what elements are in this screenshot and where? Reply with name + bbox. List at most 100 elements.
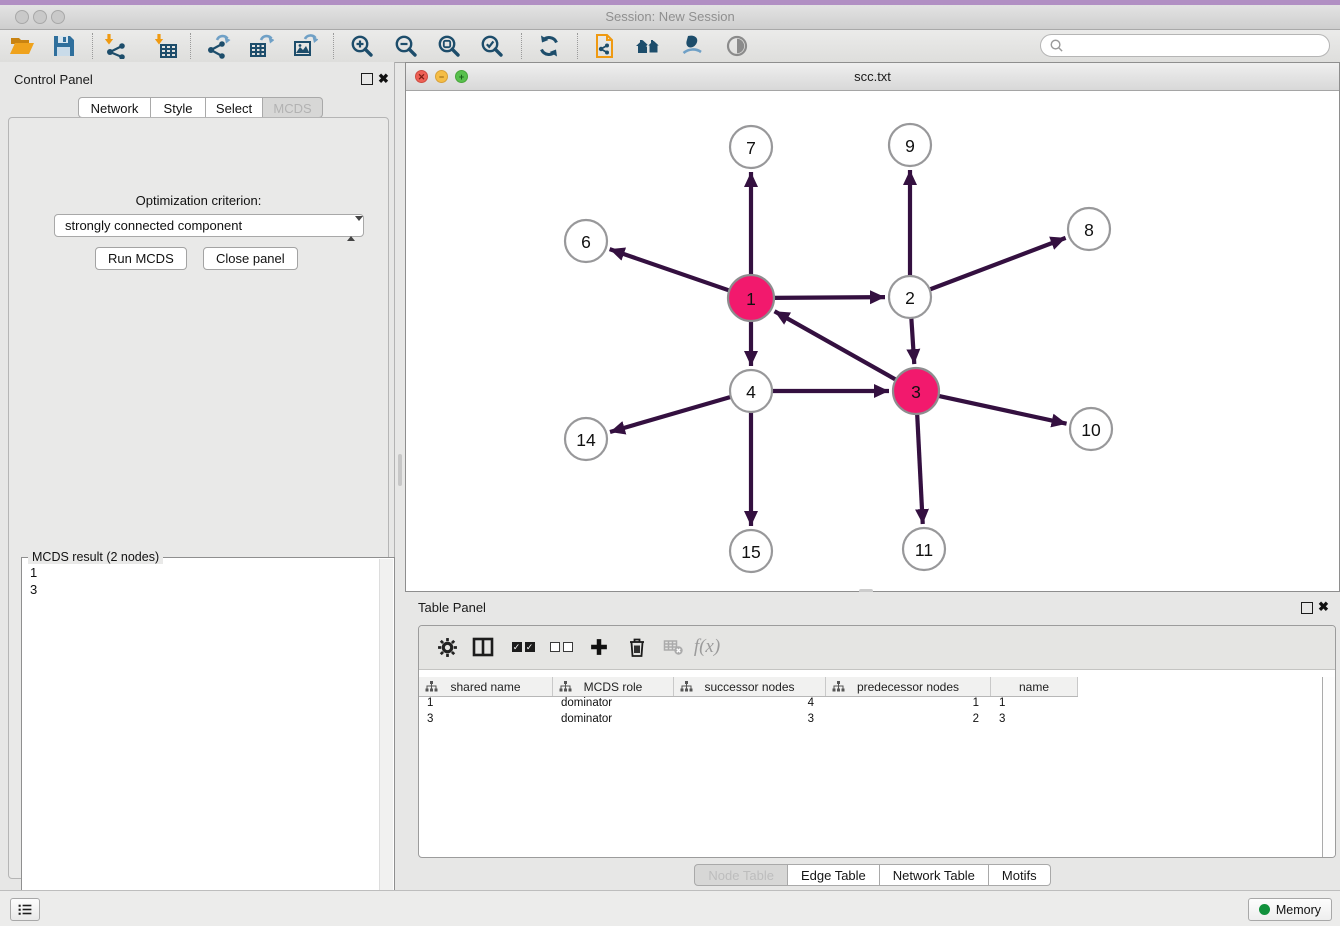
column-label: shared name [450, 680, 520, 694]
tab-network[interactable]: Network [78, 97, 151, 118]
cell-successor-nodes[interactable]: 3 [674, 712, 826, 728]
export-image-button[interactable] [288, 32, 322, 60]
node-table-container: ✓✓ f(x) shared name MCDS rolesuccessor no… [418, 625, 1336, 858]
control-panel-tabs: NetworkStyleSelectMCDS [78, 97, 323, 118]
save-session-button[interactable] [47, 32, 81, 60]
tab-node-table[interactable]: Node Table [694, 864, 788, 886]
window-title: Session: New Session [0, 9, 1340, 24]
search-field [1040, 34, 1330, 57]
duplicate-network-button[interactable] [587, 32, 621, 60]
delete-table-button[interactable] [657, 632, 689, 662]
float-panel-icon[interactable] [361, 73, 373, 85]
column-header-predecessor-nodes[interactable]: predecessor nodes [826, 677, 991, 696]
double-house-icon [635, 33, 661, 59]
table-settings-button[interactable] [431, 632, 463, 662]
export-image-icon [292, 33, 318, 59]
table-scrollbar[interactable] [1322, 677, 1335, 857]
split-divider-grip[interactable] [398, 454, 402, 486]
graph-node-3[interactable]: 3 [893, 368, 939, 414]
delete-column-button[interactable] [621, 632, 653, 662]
cell-predecessor-nodes[interactable]: 1 [826, 696, 991, 712]
result-scrollbar[interactable] [379, 559, 393, 926]
close-panel-icon[interactable]: ✖ [378, 73, 389, 85]
panel-selector-button[interactable] [10, 898, 40, 921]
open-session-button[interactable] [5, 32, 39, 60]
graph-node-2[interactable]: 2 [889, 276, 931, 318]
edge-4-14[interactable] [610, 397, 732, 432]
tab-motifs[interactable]: Motifs [989, 864, 1051, 886]
function-builder-button[interactable]: f(x) [691, 632, 723, 662]
zoom-in-button[interactable] [345, 32, 379, 60]
hierarchy-icon [680, 681, 693, 692]
column-header-shared-name[interactable]: shared name [419, 677, 553, 696]
svg-text:8: 8 [1084, 220, 1094, 240]
import-table-button[interactable] [148, 32, 182, 60]
cell-predecessor-nodes[interactable]: 2 [826, 712, 991, 728]
network-graph[interactable]: 7 9 6 8 1 2 4 3 14 10 15 11 [406, 91, 1339, 591]
cell-successor-nodes[interactable]: 4 [674, 696, 826, 712]
close-panel-button[interactable]: Close panel [203, 247, 298, 270]
zoom-selected-button[interactable] [475, 32, 509, 60]
graph-node-15[interactable]: 15 [730, 530, 772, 572]
graph-node-1[interactable]: 1 [728, 275, 774, 321]
graph-node-14[interactable]: 14 [565, 418, 607, 460]
import-network-button[interactable] [98, 32, 132, 60]
edge-3-10[interactable] [937, 396, 1066, 424]
mcds-result-values: 1 3 [30, 564, 37, 598]
graph-node-9[interactable]: 9 [889, 124, 931, 166]
edge-1-2[interactable] [773, 297, 885, 298]
close-table-panel-icon[interactable]: ✖ [1318, 601, 1329, 613]
zoom-fit-button[interactable] [432, 32, 466, 60]
graph-node-4[interactable]: 4 [730, 370, 772, 412]
edge-2-3[interactable] [911, 317, 914, 364]
edge-2-8[interactable] [929, 238, 1066, 290]
edge-1-6[interactable] [610, 249, 731, 291]
graph-node-8[interactable]: 8 [1068, 208, 1110, 250]
graph-node-10[interactable]: 10 [1070, 408, 1112, 450]
checked-boxes-icon: ✓✓ [512, 642, 535, 652]
cell-name[interactable]: 3 [991, 712, 1078, 728]
memory-button[interactable]: Memory [1248, 898, 1332, 921]
export-network-icon [205, 33, 231, 59]
unchecked-boxes-icon [550, 642, 573, 652]
graph-node-6[interactable]: 6 [565, 220, 607, 262]
tab-style[interactable]: Style [151, 97, 206, 118]
cell-MCDS-role[interactable]: dominator [553, 696, 674, 712]
tab-select[interactable]: Select [206, 97, 263, 118]
cell-name[interactable]: 1 [991, 696, 1078, 712]
tab-edge-table[interactable]: Edge Table [788, 864, 880, 886]
export-network-button[interactable] [201, 32, 235, 60]
cell-MCDS-role[interactable]: dominator [553, 712, 674, 728]
svg-text:4: 4 [746, 382, 756, 402]
column-view-button[interactable] [467, 632, 499, 662]
criterion-dropdown[interactable]: strongly connected component [54, 214, 364, 237]
refresh-button[interactable] [532, 32, 566, 60]
memory-status-icon [1259, 904, 1270, 915]
table-toolbar: ✓✓ f(x) [419, 626, 1335, 670]
tab-mcds[interactable]: MCDS [263, 97, 323, 118]
search-input[interactable] [1069, 38, 1321, 54]
home-neighbors-button[interactable] [631, 32, 665, 60]
select-all-button[interactable]: ✓✓ [507, 632, 539, 662]
deselect-all-button[interactable] [545, 632, 577, 662]
cell-shared-name[interactable]: 1 [419, 696, 553, 712]
graph-node-7[interactable]: 7 [730, 126, 772, 168]
column-header-name[interactable]: name [991, 677, 1078, 696]
zoom-out-button[interactable] [389, 32, 423, 60]
add-column-button[interactable] [583, 632, 615, 662]
edge-3-11[interactable] [917, 413, 923, 524]
column-header-successor-nodes[interactable]: successor nodes [674, 677, 826, 696]
column-header-MCDS-role[interactable]: MCDS role [553, 677, 674, 696]
show-hide-button[interactable] [720, 32, 754, 60]
zoom-in-icon [349, 33, 375, 59]
cell-shared-name[interactable]: 3 [419, 712, 553, 728]
run-mcds-button[interactable]: Run MCDS [95, 247, 187, 270]
network-view-window: ✕ − + scc.txt 7968124314101511 [405, 62, 1340, 592]
optimization-criterion-label: Optimization criterion: [9, 193, 388, 208]
export-table-button[interactable] [244, 32, 278, 60]
edge-3-1[interactable] [775, 311, 897, 380]
graph-node-11[interactable]: 11 [903, 528, 945, 570]
style-preview-button[interactable] [675, 32, 709, 60]
float-table-panel-icon[interactable] [1301, 602, 1313, 614]
tab-network-table[interactable]: Network Table [880, 864, 989, 886]
